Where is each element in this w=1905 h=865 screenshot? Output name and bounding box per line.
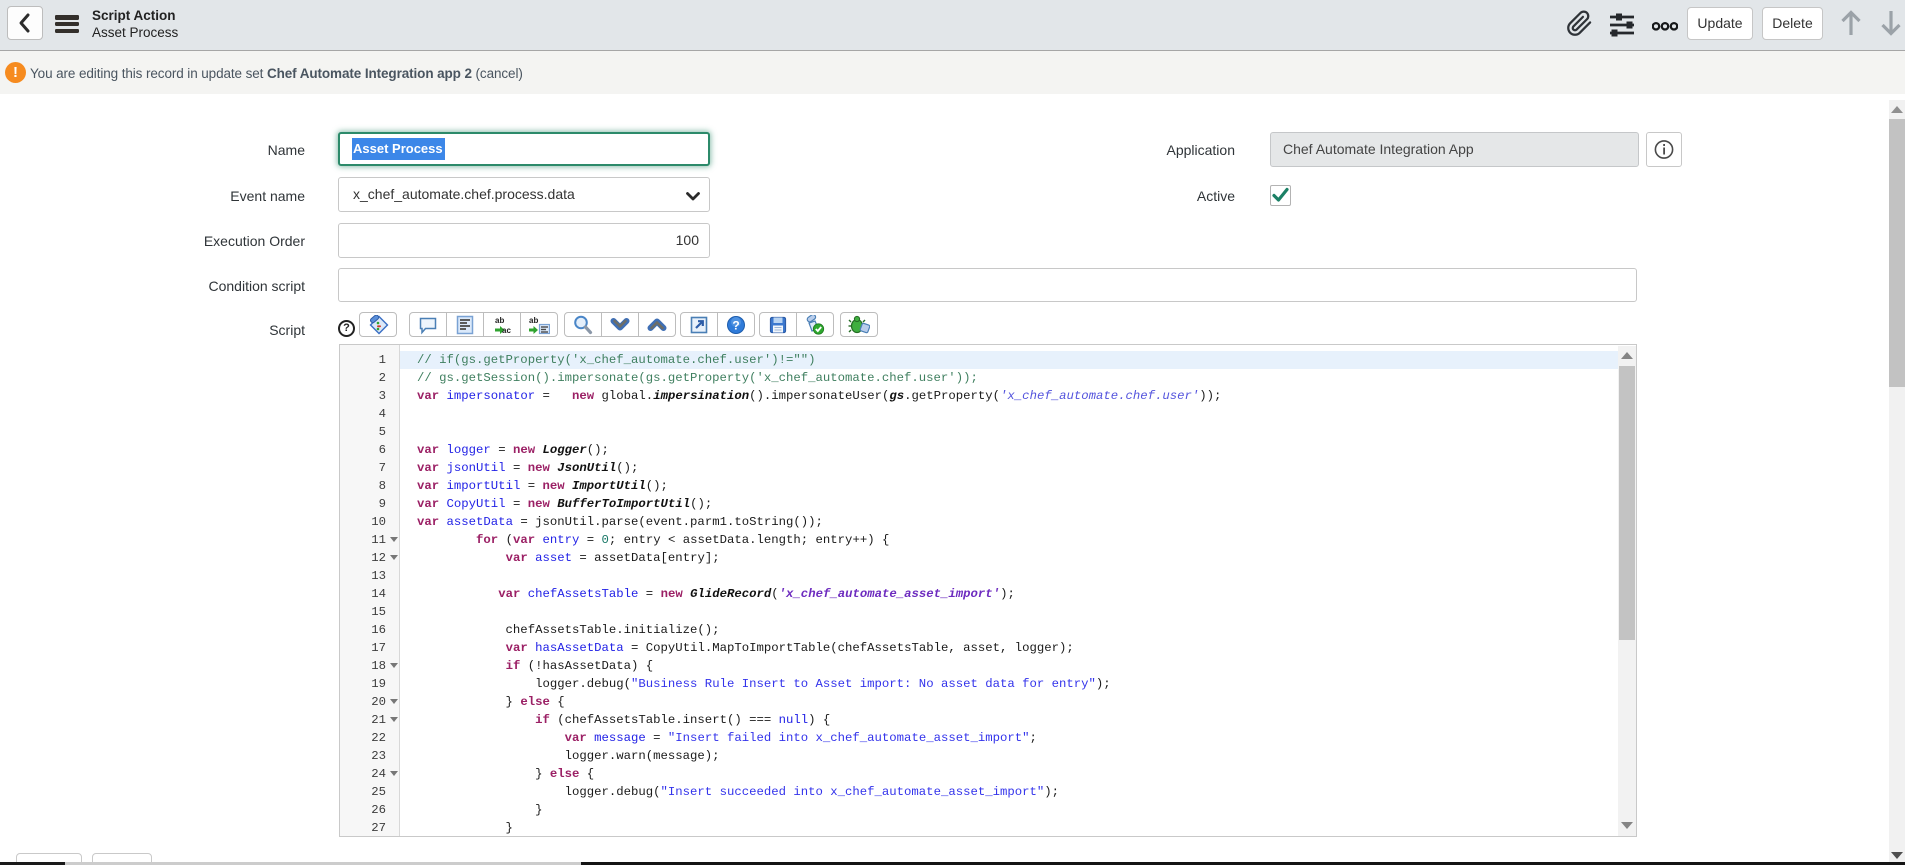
svg-text:ab: ab — [495, 316, 504, 325]
svg-text:ac: ac — [502, 326, 511, 335]
svg-text:ab: ab — [529, 316, 538, 325]
svg-text:?: ? — [732, 319, 739, 333]
